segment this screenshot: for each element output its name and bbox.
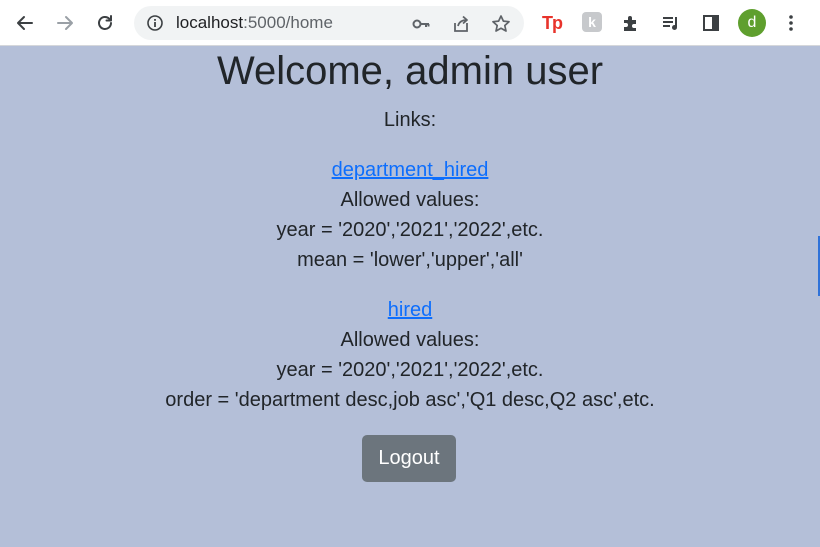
kebab-menu-icon xyxy=(789,15,793,31)
key-icon[interactable] xyxy=(410,13,432,35)
media-queue-icon xyxy=(663,17,677,30)
allowed-values-label: Allowed values: xyxy=(340,329,480,351)
section-hired: hired xyxy=(0,298,820,322)
allowed-values-label: Allowed values: xyxy=(340,189,480,211)
logout-button[interactable]: Logout xyxy=(362,435,456,482)
department-hired-link[interactable]: department_hired xyxy=(332,159,489,181)
tp-extension-icon[interactable]: Tp xyxy=(540,11,564,35)
browser-menu-button[interactable] xyxy=(775,7,807,39)
url-text[interactable]: localhost:5000/home xyxy=(176,6,333,40)
k-extension-icon[interactable]: k xyxy=(582,12,602,32)
profile-avatar[interactable]: d xyxy=(738,9,766,37)
section-department-hired: department_hired xyxy=(0,158,820,182)
extensions-button[interactable] xyxy=(615,7,647,39)
links-heading: Links: xyxy=(383,109,437,131)
url-port-path: :5000/home xyxy=(243,13,333,32)
forward-button[interactable] xyxy=(49,7,81,39)
share-icon[interactable] xyxy=(450,13,472,35)
puzzle-icon xyxy=(624,16,636,31)
back-arrow-icon xyxy=(17,16,33,30)
browser-toolbar: localhost:5000/home Tp k d xyxy=(0,0,820,46)
reload-icon xyxy=(98,15,112,30)
year-param-text: year = '2020','2021','2022',etc. xyxy=(276,359,544,381)
star-icon[interactable] xyxy=(490,13,512,35)
address-bar[interactable]: localhost:5000/home xyxy=(134,6,524,40)
page-title: Welcome, admin user xyxy=(216,49,604,93)
order-param-text: order = 'department desc,job asc','Q1 de… xyxy=(165,389,655,411)
url-host: localhost xyxy=(176,13,244,32)
site-info-icon[interactable] xyxy=(146,14,164,32)
mean-param-text: mean = 'lower','upper','all' xyxy=(297,249,523,271)
back-button[interactable] xyxy=(9,7,41,39)
side-panel-icon xyxy=(703,15,719,31)
year-param-text: year = '2020','2021','2022',etc. xyxy=(276,219,544,241)
page-body: Welcome, admin user Links: department_hi… xyxy=(0,46,820,547)
media-control-button[interactable] xyxy=(655,7,687,39)
hired-link[interactable]: hired xyxy=(388,299,432,321)
side-panel-button[interactable] xyxy=(695,7,727,39)
forward-arrow-icon xyxy=(57,16,73,30)
reload-button[interactable] xyxy=(89,7,121,39)
